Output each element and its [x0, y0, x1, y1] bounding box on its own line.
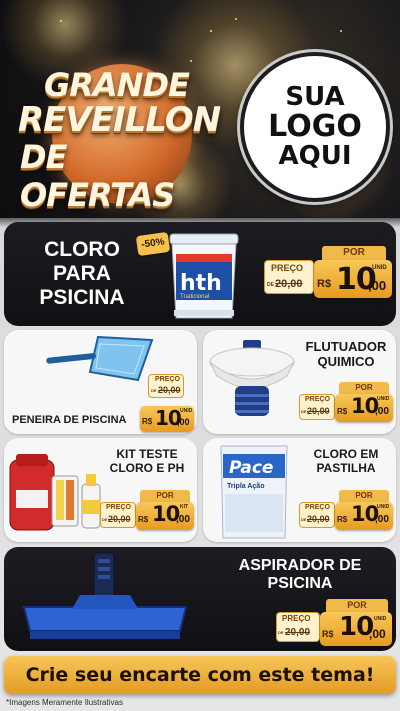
- currency-label: R$: [337, 515, 348, 524]
- chlorine-bucket-image: hth Tradicional: [169, 233, 239, 319]
- headline-line-2: REVEILLON: [18, 100, 221, 140]
- de-label: DE: [102, 517, 108, 522]
- product-card-flutuador: FLUTUADOR QUIMICO POR PREÇO DE 20,00 R$ …: [203, 330, 396, 434]
- sparkle: [235, 18, 237, 20]
- product-card-cloro-pastilha: Pace Tripla Ação CLORO EM PASTILHA POR P…: [203, 438, 396, 542]
- de-label: DE: [301, 517, 307, 522]
- por-label: POR: [322, 246, 386, 260]
- old-price: 20,00: [108, 514, 131, 524]
- product-title-line: KIT TESTE: [116, 447, 178, 461]
- sparkle: [210, 30, 212, 32]
- old-price: 20,00: [307, 514, 330, 524]
- unit-label: UNID: [372, 265, 387, 271]
- pace-brand-text: Pace: [229, 458, 273, 478]
- pool-vacuum-head-image: [22, 552, 188, 639]
- old-price: 20,00: [285, 627, 311, 638]
- price-tag: POR PREÇO DE 20,00 R$ 10 ,00 UNID: [264, 246, 394, 306]
- product-title-line: PARA: [53, 262, 111, 286]
- por-label: POR: [326, 599, 388, 612]
- test-kit-image: [9, 454, 101, 531]
- currency-label: R$: [317, 278, 332, 290]
- header-banner: GRANDE REVEILLON DE OFERTAS SUA LOGO AQU…: [0, 0, 400, 218]
- de-label: DE: [278, 630, 284, 635]
- price-tag: POR PREÇO DE 20,00 R$ 10 ,00 UNID: [299, 382, 395, 430]
- preco-label: PREÇO: [271, 263, 304, 273]
- product-title-line: CLORO E PH: [109, 460, 185, 475]
- por-label: POR: [339, 490, 389, 502]
- product-card-cloro: CLORO PARA PSICINA hth Tradicional POR P…: [4, 222, 396, 326]
- product-title-line: PSICINA: [267, 575, 333, 593]
- product-title-line: QUIMICO: [317, 353, 375, 369]
- preco-label: PREÇO: [305, 396, 330, 403]
- sparkle: [60, 20, 62, 22]
- price-tag: POR PREÇO DE 20,00 R$ 10 ,00 KIT: [100, 490, 196, 538]
- price-cents: ,00: [375, 514, 389, 525]
- chemical-floater-image: [209, 340, 295, 416]
- product-title-line: CLORO: [44, 238, 120, 261]
- product-title: CLORO EM PASTILHA: [299, 447, 393, 476]
- old-price: 20,00: [158, 385, 181, 395]
- chlorine-tablet-bag-image: Pace Tripla Ação: [220, 445, 288, 539]
- price-cents: ,00: [375, 406, 389, 417]
- pool-skimmer-image: [46, 335, 154, 382]
- headline-line-3: DE OFERTAS: [20, 138, 175, 214]
- product-title: ASPIRADOR DE PSICINA: [220, 557, 380, 594]
- product-title-line: ASPIRADOR DE: [238, 557, 362, 574]
- price-cents: ,00: [177, 417, 190, 427]
- price-tag: R$ 10 ,00 UNID: [140, 406, 196, 432]
- unit-label: UNID: [374, 616, 387, 622]
- price-cents: ,00: [176, 514, 190, 525]
- product-card-aspirador: ASPIRADOR DE PSICINA POR PREÇO DE 20,00 …: [4, 547, 396, 651]
- product-title-line: PSICINA: [39, 286, 125, 310]
- old-price: 20,00: [275, 278, 303, 290]
- currency-label: R$: [337, 407, 348, 416]
- cta-banner[interactable]: Crie seu encarte com este tema!: [4, 656, 396, 694]
- preco-label: PREÇO: [282, 614, 311, 623]
- preco-label: PREÇO: [305, 504, 330, 511]
- price-cents: ,00: [368, 278, 387, 293]
- product-title-line: CLORO EM: [313, 447, 379, 461]
- flyer-page: GRANDE REVEILLON DE OFERTAS SUA LOGO AQU…: [0, 0, 400, 711]
- logo-text-line-2: LOGO: [268, 109, 362, 145]
- old-price: 20,00: [307, 406, 330, 416]
- por-label: POR: [339, 382, 389, 394]
- de-label: DE: [267, 282, 274, 288]
- de-label: DE: [301, 409, 307, 414]
- product-card-kit-teste: KIT TESTE CLORO E PH POR PREÇO DE 20,00 …: [4, 438, 197, 542]
- logo-text-line-3: AQUI: [278, 140, 352, 171]
- unit-label: UNID: [180, 408, 193, 414]
- preco-label: PREÇO: [155, 376, 180, 383]
- headline-logo: GRANDE REVEILLON DE OFERTAS: [14, 42, 224, 214]
- price-cents: ,00: [369, 627, 386, 641]
- product-title-line: PASTILHA: [316, 460, 376, 475]
- hth-brand-text: hth: [180, 271, 222, 296]
- product-title: CLORO PARA PSICINA: [22, 238, 142, 310]
- product-card-peneira: PENEIRA DE PISCINA PREÇO DE 20,00 R$ 10 …: [4, 330, 197, 434]
- unit-label: KIT: [180, 504, 189, 510]
- sparkle: [340, 30, 342, 32]
- logo-text-line-1: SUA: [285, 81, 345, 112]
- cta-text: Crie seu encarte com este tema!: [25, 664, 375, 686]
- currency-label: R$: [142, 417, 153, 426]
- de-label: DE: [151, 388, 157, 393]
- price-tag: POR PREÇO DE 20,00 R$ 10 ,00 UNID: [276, 599, 394, 649]
- product-title: KIT TESTE CLORO E PH: [100, 447, 194, 476]
- hth-sub-text: Tradicional: [180, 294, 209, 300]
- por-label: POR: [140, 490, 190, 502]
- disclaimer-text: *Imagens Meramente Ilustrativas: [6, 698, 123, 707]
- pace-sub-text: Tripla Ação: [227, 483, 264, 490]
- headline-line-1: GRANDE: [44, 66, 190, 104]
- currency-label: R$: [138, 515, 149, 524]
- preco-label: PREÇO: [106, 504, 131, 511]
- logo-placeholder: SUA LOGO AQUI: [240, 52, 390, 202]
- unit-label: UNID: [377, 504, 390, 510]
- product-title: FLUTUADOR QUIMICO: [299, 339, 393, 370]
- product-title: PENEIRA DE PISCINA: [12, 414, 127, 426]
- currency-label: R$: [322, 629, 334, 639]
- price-tag: POR PREÇO DE 20,00 R$ 10 ,00 UNID: [299, 490, 395, 538]
- unit-label: UNID: [377, 396, 390, 402]
- product-title-line: FLUTUADOR: [305, 339, 387, 354]
